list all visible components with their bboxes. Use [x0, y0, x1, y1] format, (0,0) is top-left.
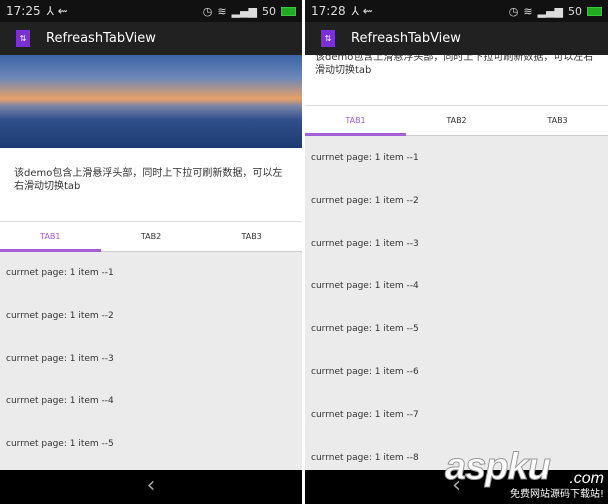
- signal-icon: ▂▄▆: [231, 4, 257, 18]
- app-title: RefreashTabView: [46, 31, 156, 46]
- wifi-icon: ≋: [217, 4, 227, 18]
- list-item[interactable]: currnet page: 1 item --5: [311, 324, 419, 334]
- wifi-icon: ≋: [523, 4, 533, 18]
- header-description: 该demo包含上滑悬浮头部，同时上下拉可刷新数据，可以左右滑动切换tab: [0, 148, 302, 221]
- list-item[interactable]: currnet page: 1 item --2: [6, 311, 114, 321]
- tab-bar: TAB1 TAB2 TAB3: [0, 221, 302, 252]
- app-title: RefreashTabView: [351, 31, 461, 46]
- list-item[interactable]: currnet page: 1 item --7: [311, 410, 419, 420]
- tab-3[interactable]: TAB3: [201, 222, 302, 251]
- status-time: 17:25: [6, 4, 41, 18]
- tab-1[interactable]: TAB1: [0, 222, 101, 252]
- usb-icon: ⅄ ⇜: [351, 4, 373, 18]
- watermark-tagline: 免费网站源码下载站!: [509, 489, 604, 500]
- list-item[interactable]: currnet page: 1 item --6: [311, 367, 419, 377]
- list-item[interactable]: currnet page: 1 item --2: [311, 196, 419, 206]
- app-toolbar: ⇅ RefreashTabView: [0, 22, 302, 55]
- watermark: aspku .com 免费网站源码下载站!: [430, 446, 608, 504]
- list-item[interactable]: currnet page: 1 item --3: [311, 239, 419, 249]
- tab-1[interactable]: TAB1: [305, 106, 406, 136]
- back-button[interactable]: ‹: [147, 473, 156, 498]
- tab-2[interactable]: TAB2: [101, 222, 202, 251]
- tab-bar: TAB1 TAB2 TAB3: [305, 105, 608, 136]
- screen-left: 17:25 ⅄ ⇜ ◷ ≋ ▂▄▆ 50 ⇅ RefreashTabView 该demo…: [0, 0, 302, 504]
- list-item[interactable]: currnet page: 1 item --1: [6, 268, 114, 278]
- list-item[interactable]: currnet page: 1 item --5: [6, 439, 114, 449]
- tab-2[interactable]: TAB2: [406, 106, 507, 135]
- list-item[interactable]: currnet page: 1 item --4: [311, 281, 419, 291]
- usb-icon: ⅄ ⇜: [46, 4, 68, 18]
- status-bar: 17:25 ⅄ ⇜ ◷ ≋ ▂▄▆ 50: [0, 0, 302, 22]
- signal-icon: ▂▄▆: [537, 4, 563, 18]
- list-item[interactable]: currnet page: 1 item --3: [6, 354, 114, 364]
- battery-icon: [281, 6, 296, 16]
- tab-3[interactable]: TAB3: [507, 106, 608, 135]
- list-item[interactable]: currnet page: 1 item --4: [6, 396, 114, 406]
- app-icon: ⇅: [16, 30, 30, 47]
- battery-icon: [587, 6, 602, 16]
- header-image: [0, 55, 302, 148]
- alarm-icon: ◷: [202, 4, 213, 18]
- list-item[interactable]: currnet page: 1 item --1: [311, 153, 419, 163]
- battery-level: 50: [568, 4, 582, 18]
- watermark-logo: aspku: [445, 446, 552, 489]
- list-item[interactable]: currnet page: 1 item --8: [311, 453, 419, 463]
- status-bar: 17:28 ⅄ ⇜ ◷ ≋ ▂▄▆ 50: [305, 0, 608, 22]
- status-time: 17:28: [311, 4, 346, 18]
- app-toolbar: ⇅ RefreashTabView: [305, 22, 608, 55]
- battery-level: 50: [262, 4, 276, 18]
- alarm-icon: ◷: [508, 4, 519, 18]
- app-icon: ⇅: [321, 30, 335, 47]
- nav-bar: ‹: [0, 470, 302, 504]
- screen-right: 17:28 ⅄ ⇜ ◷ ≋ ▂▄▆ 50 ⇅ RefreashTabView 该demo…: [305, 0, 608, 504]
